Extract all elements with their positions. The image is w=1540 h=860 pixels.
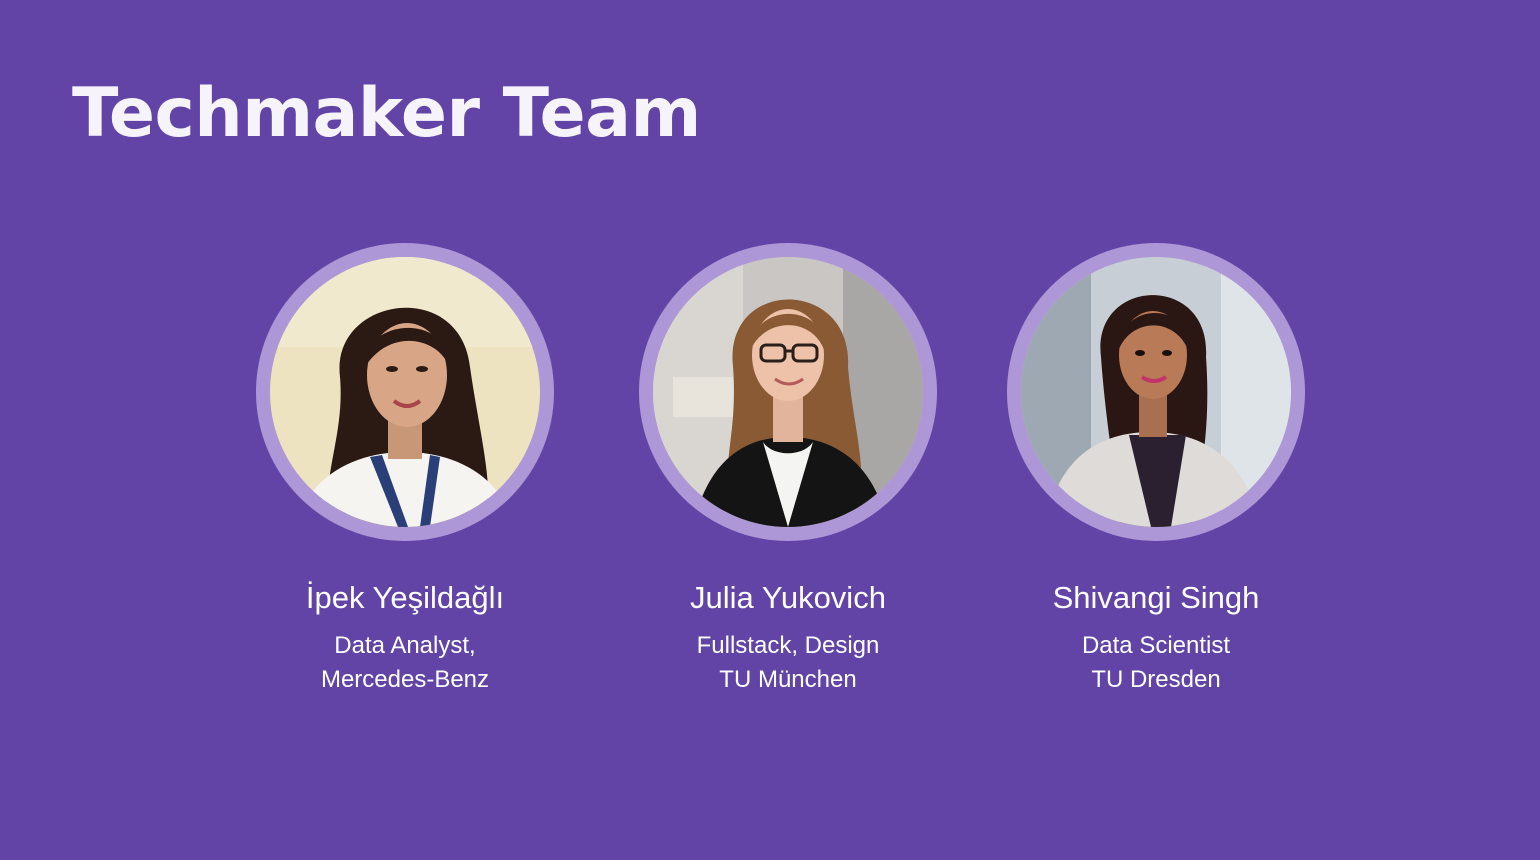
avatar-ring xyxy=(1007,243,1305,541)
team-member-card: Julia Yukovich Fullstack, Design TU Münc… xyxy=(578,243,998,697)
member-name: İpek Yeşildağlı xyxy=(305,580,505,615)
member-name: Shivangi Singh xyxy=(1052,580,1260,615)
avatar-ring xyxy=(639,243,937,541)
member-role-line: Data Analyst, xyxy=(334,632,476,659)
portrait-photo-icon xyxy=(653,257,923,527)
member-role: Fullstack, Design TU München xyxy=(578,629,998,697)
member-affiliation: Mercedes-Benz xyxy=(320,666,490,693)
team-member-card: Shivangi Singh Data Scientist TU Dresden xyxy=(946,243,1366,697)
member-role: Data Analyst, Mercedes-Benz xyxy=(195,629,615,697)
member-affiliation: TU Dresden xyxy=(1091,666,1221,693)
member-role: Data Scientist TU Dresden xyxy=(946,629,1366,697)
slide: Techmaker Team İpek Yeşildağlı Data Anal… xyxy=(0,0,1540,860)
avatar-ring xyxy=(256,243,554,541)
member-role-line: Fullstack, Design xyxy=(696,632,880,659)
avatar xyxy=(270,257,540,527)
portrait-photo-icon xyxy=(270,257,540,527)
page-title: Techmaker Team xyxy=(72,74,701,153)
avatar xyxy=(653,257,923,527)
member-name: Julia Yukovich xyxy=(690,580,886,615)
avatar xyxy=(1021,257,1291,527)
member-affiliation: TU München xyxy=(719,666,857,693)
member-role-line: Data Scientist xyxy=(1081,632,1231,659)
team-member-card: İpek Yeşildağlı Data Analyst, Mercedes-B… xyxy=(195,243,615,697)
portrait-photo-icon xyxy=(1021,257,1291,527)
